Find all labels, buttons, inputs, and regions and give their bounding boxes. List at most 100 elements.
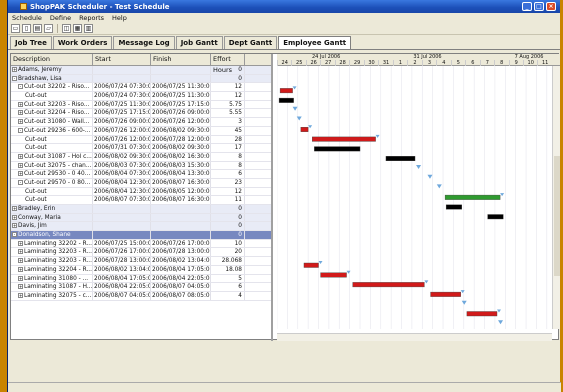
table-row[interactable]: Cut-out 2006/08/04 12:30:00 2006/08/05 12:… bbox=[11, 187, 271, 197]
table-row[interactable]: + Laminating 31087 - H... 2006/08/04 22:05… bbox=[11, 283, 271, 292]
expand-icon[interactable]: + bbox=[18, 284, 23, 290]
tab-job-tree[interactable]: Job Tree bbox=[10, 36, 52, 49]
vertical-scroll-thumb[interactable] bbox=[554, 156, 560, 276]
gantt-subtask-bar[interactable] bbox=[445, 204, 462, 210]
expand-icon[interactable]: + bbox=[18, 110, 23, 116]
gantt-task-bar[interactable] bbox=[300, 127, 309, 132]
tab-message-log[interactable]: Message Log bbox=[113, 36, 175, 49]
col-start[interactable]: Start bbox=[93, 54, 151, 65]
table-row[interactable]: + Cut-out 32203 - Riso... 2006/07/25 11:30… bbox=[11, 100, 271, 110]
table-row[interactable]: + Cut-out 29530 - 0 40... 2006/08/04 07:30… bbox=[11, 170, 271, 179]
table-row[interactable]: Cut-out 2006/07/24 07:30:00 2006/07/25 11:… bbox=[11, 92, 271, 101]
menu-help[interactable]: Help bbox=[112, 14, 127, 22]
employee-row[interactable]: - Donaldson, Shane 0 bbox=[11, 231, 271, 240]
tab-job-gantt[interactable]: Job Gantt bbox=[175, 36, 223, 49]
table-row[interactable]: + Laminating 31080 - ... 2006/08/04 17:05:… bbox=[11, 274, 271, 284]
table-row[interactable]: + Laminating 32203 - R... 2006/07/28 13:00… bbox=[11, 257, 271, 266]
gantt-task-bar[interactable] bbox=[466, 311, 498, 317]
tab-work-orders[interactable]: Work Orders bbox=[52, 36, 113, 49]
table-row[interactable]: + Laminating 32204 - R... 2006/08/02 13:04… bbox=[11, 265, 271, 275]
horizontal-scrollbar[interactable] bbox=[277, 333, 552, 341]
employee-row[interactable]: - Bradshaw, Lisa 0 bbox=[11, 74, 271, 84]
milestone-marker[interactable] bbox=[498, 320, 504, 325]
print-icon[interactable]: ▦ bbox=[73, 24, 82, 33]
collapse-icon[interactable]: - bbox=[18, 84, 23, 90]
collapse-icon[interactable]: - bbox=[18, 179, 23, 185]
gantt-task-bar[interactable] bbox=[279, 88, 293, 94]
table-row[interactable]: - Cut-out 29236 - 600-... 2006/07/26 12:00… bbox=[11, 126, 271, 136]
milestone-marker[interactable] bbox=[436, 184, 442, 189]
gantt-subtask-bar[interactable] bbox=[278, 97, 294, 103]
gantt-subtask-bar[interactable] bbox=[314, 146, 361, 152]
row-finish: 2006/07/26 17:00:00 bbox=[152, 239, 211, 248]
table-row[interactable]: + Cut-out 32075 - chan... 2006/08/03 07:30… bbox=[11, 161, 271, 171]
col-description[interactable]: Description bbox=[11, 54, 93, 65]
expand-icon[interactable]: + bbox=[18, 275, 23, 281]
expand-icon[interactable]: + bbox=[18, 153, 23, 159]
expand-icon[interactable]: + bbox=[18, 171, 23, 177]
col-finish[interactable]: Finish bbox=[151, 54, 211, 65]
collapse-icon[interactable]: - bbox=[12, 75, 17, 81]
table-row[interactable]: - Cut-out 32202 - Riso... 2006/07/24 07:30… bbox=[11, 83, 271, 93]
expand-icon[interactable]: + bbox=[18, 240, 23, 246]
milestone-marker[interactable] bbox=[292, 106, 298, 111]
close-button[interactable]: × bbox=[546, 2, 556, 11]
expand-icon[interactable]: + bbox=[18, 292, 23, 298]
table-row[interactable]: Cut-out 2006/07/26 12:00:00 2006/07/28 12:… bbox=[11, 135, 271, 145]
menu-define[interactable]: Define bbox=[50, 14, 71, 22]
maximize-button[interactable]: □ bbox=[534, 2, 544, 11]
menu-reports[interactable]: Reports bbox=[79, 14, 104, 22]
tab-dept-gantt[interactable]: Dept Gantt bbox=[223, 36, 278, 49]
table-row[interactable]: Cut-out 2006/08/07 07:30:00 2006/08/07 16:… bbox=[11, 196, 271, 205]
collapse-icon[interactable]: - bbox=[18, 127, 23, 133]
table-row[interactable]: + Laminating 32202 - R... 2006/07/25 15:00… bbox=[11, 239, 271, 249]
expand-icon[interactable]: + bbox=[12, 67, 17, 72]
tab-employee-gantt[interactable]: Employee Gantt bbox=[278, 36, 352, 49]
expand-icon[interactable]: + bbox=[12, 214, 17, 220]
table-row[interactable]: + Cut-out 32204 - Riso... 2006/07/25 17:15… bbox=[11, 109, 271, 119]
minimize-button[interactable]: _ bbox=[522, 2, 532, 11]
collapse-icon[interactable]: - bbox=[12, 232, 17, 238]
expand-icon[interactable]: + bbox=[18, 249, 23, 255]
expand-icon[interactable]: + bbox=[12, 206, 17, 211]
employee-row[interactable]: + Bradley, Erin 0 bbox=[11, 205, 271, 214]
expand-icon[interactable]: + bbox=[18, 119, 23, 125]
row-effort: 12 bbox=[211, 92, 245, 100]
gantt-subtask-bar[interactable] bbox=[385, 156, 416, 162]
menu-schedule[interactable]: Schedule bbox=[12, 14, 42, 22]
gantt-task-bar[interactable] bbox=[444, 194, 501, 200]
milestone-marker[interactable] bbox=[461, 300, 467, 305]
folder-icon[interactable]: ▱ bbox=[44, 24, 53, 33]
gantt-task-bar[interactable] bbox=[352, 282, 425, 288]
table-row[interactable]: + Cut-out 31087 - Hol c... 2006/08/02 09:3… bbox=[11, 152, 271, 162]
expand-icon[interactable]: + bbox=[12, 223, 17, 229]
col-effort[interactable]: Effort Hours bbox=[211, 54, 245, 74]
table-row[interactable]: - Cut-out 29570 - 0 80... 2006/08/04 12:30… bbox=[11, 178, 271, 188]
gantt-task-bar[interactable] bbox=[430, 291, 461, 297]
expand-icon[interactable]: + bbox=[18, 101, 23, 107]
row-effort: 17 bbox=[211, 144, 245, 152]
expand-icon[interactable]: + bbox=[18, 266, 23, 272]
table-row[interactable]: + Cut-out 31080 - Wall... 2006/07/26 09:00… bbox=[11, 118, 271, 127]
expand-icon[interactable]: + bbox=[18, 162, 23, 168]
vertical-scrollbar[interactable] bbox=[552, 66, 560, 329]
gantt-task-bar[interactable] bbox=[320, 272, 347, 278]
copy-icon[interactable]: ▤ bbox=[33, 24, 42, 33]
employee-row[interactable]: + Conway, Maria 0 bbox=[11, 213, 271, 223]
employee-row[interactable]: + Adams, Jeremy 0 bbox=[11, 66, 271, 75]
milestone-marker[interactable] bbox=[416, 165, 422, 169]
row-label: Cut-out bbox=[25, 197, 47, 204]
open-icon[interactable]: ▭ bbox=[11, 24, 20, 33]
table-row[interactable]: Cut-out 2006/07/31 07:30:00 2006/08/02 09:… bbox=[11, 144, 271, 153]
table-row[interactable]: + Laminating 32075 - c... 2006/08/07 04:05… bbox=[11, 291, 271, 301]
milestone-marker[interactable] bbox=[427, 174, 433, 179]
gantt-task-bar[interactable] bbox=[312, 136, 376, 142]
employee-row[interactable]: + Davis, Jim 0 bbox=[11, 222, 271, 232]
gantt-task-bar[interactable] bbox=[303, 262, 319, 268]
gantt-subtask-bar[interactable] bbox=[487, 214, 504, 220]
table-row[interactable]: + Laminating 32203 - R... 2006/07/26 17:00… bbox=[11, 248, 271, 258]
zoom-icon[interactable]: ◫ bbox=[62, 24, 71, 33]
clipboard-icon[interactable]: ▥ bbox=[84, 24, 93, 33]
new-icon[interactable]: ▯ bbox=[22, 24, 31, 33]
expand-icon[interactable]: + bbox=[18, 258, 23, 264]
